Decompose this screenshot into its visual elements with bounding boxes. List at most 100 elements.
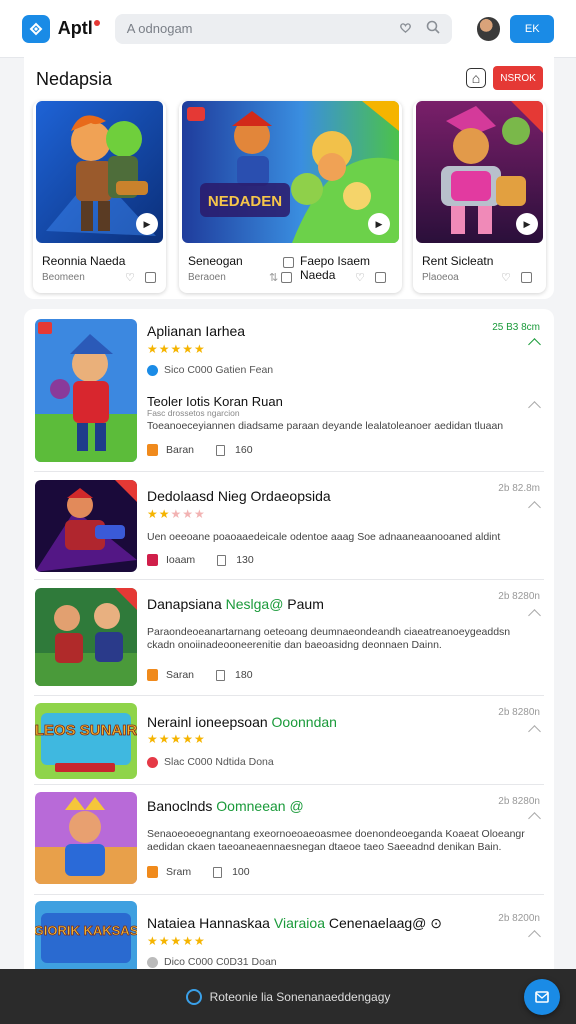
card-title: Rent Sicleatn — [422, 254, 494, 268]
notification-dot — [93, 20, 100, 26]
play-icon[interactable]: ▶ — [136, 213, 158, 235]
game-title[interactable]: Aplianan Iarhea — [147, 323, 245, 339]
card-subtitle: Beomeen — [42, 272, 85, 283]
expand-chevron-icon[interactable] — [528, 609, 541, 622]
document-icon — [216, 669, 226, 681]
featured-card[interactable]: ▶ Rent Sicleatn Plaoeoa ♡ — [413, 101, 546, 293]
game-thumbnail[interactable]: GIORIK KAKSAS — [35, 901, 137, 977]
checkbox[interactable] — [283, 257, 294, 268]
list-item[interactable]: Aplianan Iarhea 25 B3 8cm ★★★★★ Sico C00… — [24, 309, 554, 472]
bottom-bar: Roteonie lia Sonenanaeddengagy — [0, 969, 576, 1024]
share-icon[interactable]: ⇅ — [269, 271, 278, 284]
tag-label: Dico C000 C0D31 Doan — [164, 956, 277, 968]
list-item[interactable]: Dedolaasd Nieg Ordaeopsida 2b 82.8m ★★★★… — [24, 472, 554, 580]
game-title[interactable]: Banoclnds Oomneean @ — [147, 798, 304, 814]
game-art-title: PLEOS SUNAIRS — [35, 722, 137, 739]
game-meta: 2b 8280n — [498, 796, 540, 807]
save-icon[interactable] — [281, 272, 292, 283]
save-icon[interactable] — [521, 272, 532, 283]
expand-chevron-icon[interactable] — [528, 501, 541, 514]
search-bar[interactable]: A odnogam — [114, 13, 452, 44]
game-thumbnail[interactable]: ▶ — [35, 588, 137, 686]
stat-count: 100 — [232, 866, 250, 878]
game-description: Senaoeoeoegnantang exeornoeoaeoasmee doe… — [147, 828, 525, 853]
refresh-icon[interactable] — [185, 988, 202, 1005]
bookmark-icon[interactable] — [375, 272, 386, 283]
category-icon — [147, 554, 158, 566]
tag-label: Sico C000 Gatien Fean — [164, 364, 274, 376]
heart-icon[interactable]: ♡ — [355, 271, 365, 284]
game-meta: 2b 8280n — [498, 591, 540, 602]
stat-label: Baran — [166, 444, 195, 456]
card-title: Reonnia Naeda — [42, 254, 126, 268]
game-art-title: GIORIK KAKSAS — [35, 923, 137, 938]
category-icon — [147, 669, 158, 681]
game-title[interactable]: Danapsiana Neslga@ Paum — [147, 596, 324, 612]
game-thumbnail[interactable] — [35, 319, 137, 462]
game-thumbnail[interactable]: NEDADEN ▶ — [182, 101, 399, 243]
game-title[interactable]: Nerainl ioneepsoan Ooonndan — [147, 714, 337, 730]
featured-card[interactable]: NEDADEN ▶ Seneogan Beraoen Faepo Isaem N… — [179, 101, 402, 293]
document-icon — [213, 866, 223, 878]
game-title[interactable]: Dedolaasd Nieg Ordaeopsida — [147, 488, 331, 504]
top-bar: Aptl A odnogam EK — [0, 0, 576, 58]
game-thumbnail[interactable]: ▶ — [36, 101, 163, 243]
card-subtitle: Beraoen — [188, 272, 226, 283]
stat-count: 180 — [235, 669, 253, 681]
save-icon[interactable] — [145, 272, 156, 283]
game-note: Fasc drossetos ngarcion — [147, 408, 240, 418]
bottom-bar-text[interactable]: Roteonie lia Sonenanaeddengagy — [210, 990, 391, 1004]
featured-section: Nedapsia ⌂ NSROK ▶ Reonnia Naeda Beomeen… — [24, 57, 554, 299]
floating-action-button[interactable] — [524, 979, 560, 1015]
avatar[interactable] — [476, 16, 501, 41]
game-meta: 2b 82.8m — [498, 483, 540, 494]
heart-icon[interactable]: ♡ — [125, 271, 135, 284]
game-thumbnail[interactable] — [35, 480, 137, 572]
tag-icon — [147, 756, 158, 768]
rating-stars: ★★★★★ — [147, 934, 206, 948]
expand-chevron-icon[interactable] — [528, 930, 541, 943]
lock-icon[interactable]: ⌂ — [466, 68, 486, 88]
game-description: Paraondeoeanartarnang oeteoang deumnaeon… — [147, 626, 511, 651]
game-tag: Slac C000 Ndtida Dona — [147, 756, 274, 768]
game-title[interactable]: Nataiea Hannaskaa Viaraioa Cenenaelaag@ … — [147, 915, 442, 932]
game-thumbnail[interactable]: ▶ — [35, 792, 137, 884]
game-description: Toeanoeceyiannen diadsame paraan deyande… — [147, 420, 504, 432]
search-icon[interactable] — [426, 20, 440, 37]
stat-label: Saran — [166, 669, 195, 681]
game-list: Aplianan Iarhea 25 B3 8cm ★★★★★ Sico C00… — [24, 309, 554, 999]
stat-label: Ioaam — [166, 554, 196, 566]
heart-icon[interactable] — [399, 21, 412, 37]
game-meta: 25 B3 8cm — [492, 322, 540, 333]
heart-icon[interactable]: ♡ — [501, 271, 511, 284]
list-item[interactable]: ▶ Banoclnds Oomneean @ 2b 8280n Senaoeoe… — [24, 785, 554, 895]
mail-icon — [535, 991, 549, 1003]
card-title: Seneogan — [188, 254, 243, 268]
document-icon — [217, 554, 227, 566]
game-stats: Ioaam 130 — [147, 554, 254, 566]
stat-label: Sram — [166, 866, 192, 878]
expand-chevron-icon[interactable] — [528, 725, 541, 738]
game-thumbnail[interactable]: ▶ — [416, 101, 543, 243]
expand-chevron-icon[interactable] — [528, 812, 541, 825]
category-icon — [147, 444, 158, 456]
app-name: Aptl — [58, 18, 100, 39]
featured-card[interactable]: ▶ Reonnia Naeda Beomeen ♡ — [33, 101, 166, 293]
list-item[interactable]: ▶ Danapsiana Neslga@ Paum 2b 8280n Parao… — [24, 580, 554, 696]
game-art-title: NEDADEN — [208, 193, 282, 210]
game-thumbnail[interactable]: PLEOS SUNAIRS — [35, 703, 137, 779]
game-stats: Baran 160 — [147, 444, 253, 456]
featured-action-button[interactable]: NSROK — [493, 66, 543, 90]
list-item[interactable]: PLEOS SUNAIRS Nerainl ioneepsoan Ooonnda… — [24, 696, 554, 785]
app-logo-icon[interactable] — [22, 14, 50, 43]
tag-icon — [147, 364, 158, 376]
collapse-chevron-icon[interactable] — [528, 338, 541, 351]
rating-stars: ★★★★★ — [147, 342, 206, 356]
play-icon[interactable]: ▶ — [516, 213, 538, 235]
search-input[interactable]: A odnogam — [127, 21, 385, 36]
stat-count: 160 — [235, 444, 253, 456]
tag-label: Slac C000 Ndtida Dona — [164, 756, 274, 768]
game-stats: Saran 180 — [147, 669, 253, 681]
play-icon[interactable]: ▶ — [368, 213, 390, 235]
header-action-button[interactable]: EK — [510, 14, 555, 43]
